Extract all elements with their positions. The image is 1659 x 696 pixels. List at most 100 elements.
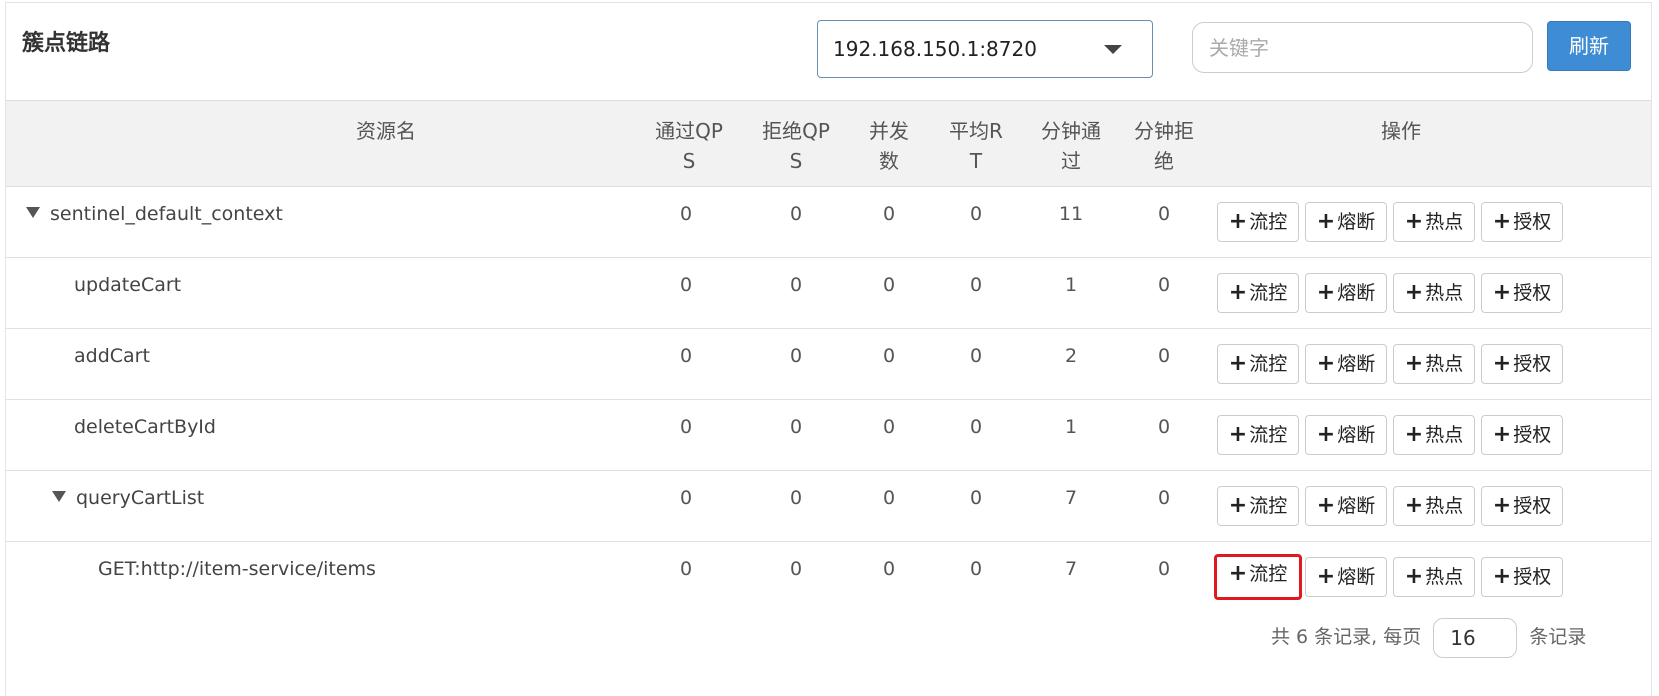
pass-qps-cell: 0 xyxy=(679,558,693,580)
plus-icon: + xyxy=(1316,209,1336,234)
tree-collapse-icon[interactable] xyxy=(52,491,66,502)
header-block-qps: 拒绝QP S xyxy=(762,119,830,173)
resource-name-cell: queryCartList xyxy=(52,485,204,511)
avg-rt-cell: 0 xyxy=(969,487,983,509)
add-auth-rule-button[interactable]: + 授权 xyxy=(1481,557,1563,597)
add-hotspot-rule-button[interactable]: + 热点 xyxy=(1393,202,1475,242)
table-row: queryCartList 0 0 0 0 7 0 + 流控 + 熔断 + 热点 + 授… xyxy=(6,471,1651,542)
header-pass-qps: 通过QP S xyxy=(655,119,723,173)
table-row: addCart 0 0 0 0 2 0 + 流控 + 熔断 + 热点 + 授权 xyxy=(6,329,1651,400)
pass-qps-cell: 0 xyxy=(679,487,693,509)
add-flow-rule-button[interactable]: + 流控 xyxy=(1217,273,1299,313)
minute-pass-cell: 7 xyxy=(1064,487,1078,509)
plus-icon: + xyxy=(1228,280,1248,305)
minute-block-cell: 0 xyxy=(1157,558,1171,580)
table-row: GET:http://item-service/items 0 0 0 0 7 … xyxy=(6,542,1651,613)
concurrency-cell: 0 xyxy=(882,274,896,296)
plus-icon: + xyxy=(1228,561,1248,586)
plus-icon: + xyxy=(1316,422,1336,447)
add-auth-rule-button[interactable]: + 授权 xyxy=(1481,344,1563,384)
minute-pass-cell: 2 xyxy=(1064,345,1078,367)
plus-icon: + xyxy=(1228,209,1248,234)
add-hotspot-rule-button[interactable]: + 热点 xyxy=(1393,557,1475,597)
machine-select-value: 192.168.150.1:8720 xyxy=(833,37,1037,61)
pagination-summary: 共 6 条记录, 每页 xyxy=(1271,626,1422,648)
machine-select[interactable]: 192.168.150.1:8720 xyxy=(817,20,1153,78)
add-flow-rule-button[interactable]: + 流控 xyxy=(1217,415,1299,455)
concurrency-cell: 0 xyxy=(882,345,896,367)
pagination: 共 6 条记录, 每页 条记录 xyxy=(1271,617,1586,658)
tree-collapse-icon[interactable] xyxy=(26,207,40,218)
add-auth-rule-button[interactable]: + 授权 xyxy=(1481,486,1563,526)
header-actions: 操作 xyxy=(1381,119,1421,143)
block-qps-cell: 0 xyxy=(789,416,803,438)
block-qps-cell: 0 xyxy=(789,558,803,580)
add-flow-rule-button[interactable]: + 流控 xyxy=(1214,554,1302,600)
avg-rt-cell: 0 xyxy=(969,558,983,580)
add-degrade-rule-button[interactable]: + 熔断 xyxy=(1305,344,1387,384)
add-flow-rule-button[interactable]: + 流控 xyxy=(1217,486,1299,526)
resource-name-cell: deleteCartById xyxy=(74,416,216,438)
add-hotspot-rule-button[interactable]: + 热点 xyxy=(1393,273,1475,313)
add-degrade-rule-button[interactable]: + 熔断 xyxy=(1305,273,1387,313)
plus-icon: + xyxy=(1228,493,1248,518)
header-resource-name: 资源名 xyxy=(356,119,416,143)
table-row: deleteCartById 0 0 0 0 1 0 + 流控 + 熔断 + 热点 +… xyxy=(6,400,1651,471)
plus-icon: + xyxy=(1228,351,1248,376)
minute-pass-cell: 1 xyxy=(1064,274,1078,296)
plus-icon: + xyxy=(1404,209,1424,234)
plus-icon: + xyxy=(1404,493,1424,518)
add-auth-rule-button[interactable]: + 授权 xyxy=(1481,273,1563,313)
table-row: updateCart 0 0 0 0 1 0 + 流控 + 熔断 + 热点 + 授权 xyxy=(6,258,1651,329)
header-avg-rt: 平均R T xyxy=(949,119,1003,173)
add-flow-rule-button[interactable]: + 流控 xyxy=(1217,344,1299,384)
avg-rt-cell: 0 xyxy=(969,203,983,225)
plus-icon: + xyxy=(1316,493,1336,518)
plus-icon: + xyxy=(1492,422,1512,447)
chevron-down-icon xyxy=(1104,45,1122,54)
pass-qps-cell: 0 xyxy=(679,416,693,438)
avg-rt-cell: 0 xyxy=(969,345,983,367)
block-qps-cell: 0 xyxy=(789,274,803,296)
minute-block-cell: 0 xyxy=(1157,487,1171,509)
header-minute-pass: 分钟通过 xyxy=(1041,119,1101,173)
panel-title: 簇点链路 xyxy=(22,31,111,56)
plus-icon: + xyxy=(1316,280,1336,305)
block-qps-cell: 0 xyxy=(789,345,803,367)
add-degrade-rule-button[interactable]: + 熔断 xyxy=(1305,486,1387,526)
add-degrade-rule-button[interactable]: + 熔断 xyxy=(1305,557,1387,597)
block-qps-cell: 0 xyxy=(789,487,803,509)
add-auth-rule-button[interactable]: + 授权 xyxy=(1481,415,1563,455)
plus-icon: + xyxy=(1228,422,1248,447)
minute-block-cell: 0 xyxy=(1157,274,1171,296)
plus-icon: + xyxy=(1404,351,1424,376)
plus-icon: + xyxy=(1404,280,1424,305)
resource-name-cell: sentinel_default_context xyxy=(26,201,283,227)
add-hotspot-rule-button[interactable]: + 热点 xyxy=(1393,415,1475,455)
concurrency-cell: 0 xyxy=(882,203,896,225)
avg-rt-cell: 0 xyxy=(969,416,983,438)
add-flow-rule-button[interactable]: + 流控 xyxy=(1217,202,1299,242)
page-size-input[interactable] xyxy=(1433,617,1518,658)
add-auth-rule-button[interactable]: + 授权 xyxy=(1481,202,1563,242)
table-row: sentinel_default_context 0 0 0 0 11 0 + 流… xyxy=(6,187,1651,258)
plus-icon: + xyxy=(1492,564,1512,589)
plus-icon: + xyxy=(1316,564,1336,589)
resource-name-cell: GET:http://item-service/items xyxy=(98,558,376,580)
plus-icon: + xyxy=(1316,351,1336,376)
concurrency-cell: 0 xyxy=(882,416,896,438)
refresh-button[interactable]: 刷新 xyxy=(1547,21,1631,71)
add-degrade-rule-button[interactable]: + 熔断 xyxy=(1305,202,1387,242)
add-degrade-rule-button[interactable]: + 熔断 xyxy=(1305,415,1387,455)
plus-icon: + xyxy=(1404,422,1424,447)
pass-qps-cell: 0 xyxy=(679,203,693,225)
minute-block-cell: 0 xyxy=(1157,345,1171,367)
header-minute-block: 分钟拒绝 xyxy=(1134,119,1194,173)
add-hotspot-rule-button[interactable]: + 热点 xyxy=(1393,486,1475,526)
concurrency-cell: 0 xyxy=(882,487,896,509)
minute-block-cell: 0 xyxy=(1157,203,1171,225)
plus-icon: + xyxy=(1492,209,1512,234)
keyword-search-input[interactable] xyxy=(1192,22,1533,73)
add-hotspot-rule-button[interactable]: + 热点 xyxy=(1393,344,1475,384)
block-qps-cell: 0 xyxy=(789,203,803,225)
